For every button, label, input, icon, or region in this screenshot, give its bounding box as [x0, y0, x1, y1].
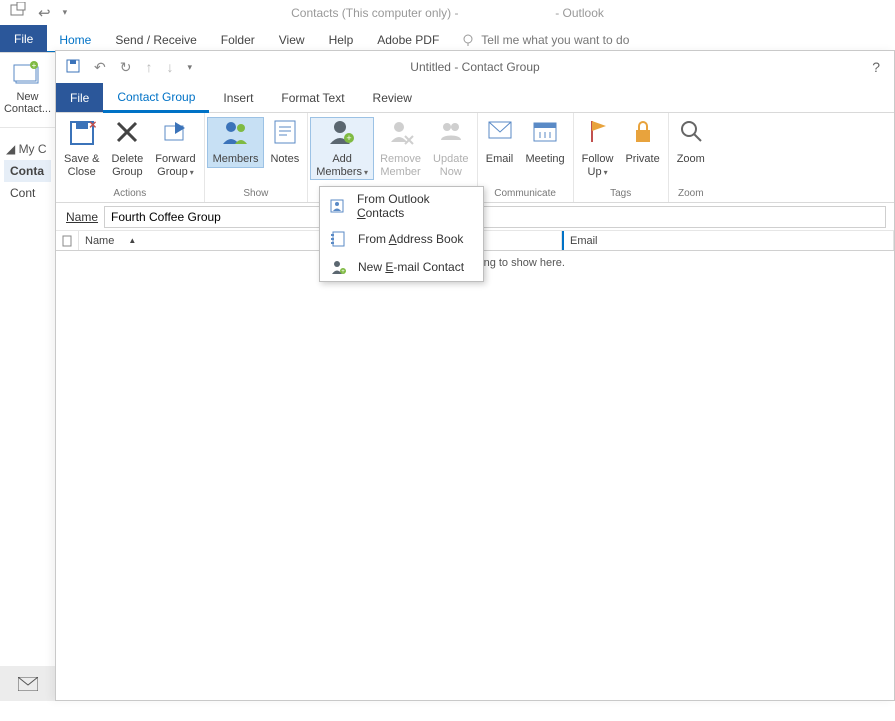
update-now-button: UpdateNow	[427, 117, 474, 180]
new-contact-group-button[interactable]: + New Contact...	[0, 53, 55, 123]
outlook-window-title: Contacts (This computer only) - - Outloo…	[0, 6, 895, 20]
name-label: Name	[56, 210, 104, 224]
help-icon[interactable]: ?	[872, 59, 880, 75]
forward-group-button[interactable]: ForwardGroup▾	[149, 117, 201, 180]
zoom-button[interactable]: Zoom	[671, 117, 711, 168]
down-icon[interactable]: ↓	[166, 59, 173, 75]
remove-member-button: RemoveMember	[374, 117, 427, 180]
delete-icon	[113, 119, 141, 151]
cg-tab-contactgroup[interactable]: Contact Group	[103, 83, 209, 113]
member-list-body: We didn't find anything to show here.	[56, 251, 894, 721]
meeting-button[interactable]: Meeting	[520, 117, 571, 168]
outlook-tab-file[interactable]: File	[0, 25, 47, 53]
forward-icon	[161, 119, 189, 151]
up-icon[interactable]: ↑	[145, 59, 152, 75]
lock-icon	[632, 119, 654, 151]
save-close-icon: ×	[67, 119, 97, 151]
outlook-left-panel: + New Contact... ◢ My C Conta Cont	[0, 53, 55, 701]
menu-from-address-book[interactable]: From Address Book	[320, 225, 483, 253]
cg-tab-review[interactable]: Review	[359, 83, 426, 112]
save-icon[interactable]	[66, 59, 80, 76]
members-button[interactable]: Members	[207, 117, 265, 168]
email-button[interactable]: Email	[480, 117, 520, 168]
mail-rail-icon[interactable]	[0, 666, 55, 701]
followup-button[interactable]: FollowUp▾	[576, 117, 620, 180]
cg-tab-insert[interactable]: Insert	[209, 83, 267, 112]
zoom-icon	[678, 119, 704, 151]
customize-qat-icon[interactable]: ▾	[187, 62, 192, 73]
svg-text:+: +	[31, 61, 36, 70]
address-book-icon	[330, 230, 348, 248]
add-members-dropdown: From Outlook Contacts From Address Book …	[319, 186, 484, 282]
contact-group-window: ↶ ↻ ↑ ↓ ▾ Untitled - Contact Group ? Fil…	[55, 50, 895, 701]
cg-quick-access-toolbar: ↶ ↻ ↑ ↓ ▾ Untitled - Contact Group ?	[56, 51, 894, 83]
svg-text:+: +	[341, 269, 345, 275]
qat-customize-icon[interactable]: ▾	[63, 7, 68, 18]
menu-new-email-contact[interactable]: + New E-mail Contact	[320, 253, 483, 281]
ribbon-group-actions-label: Actions	[56, 186, 204, 202]
outlook-contacts-icon	[330, 197, 347, 215]
col-email[interactable]: Email	[562, 231, 894, 250]
ribbon-group-communicate-label: Communicate	[478, 186, 573, 202]
group-name-input[interactable]	[104, 206, 886, 228]
col-icon[interactable]	[56, 231, 79, 250]
notes-icon	[272, 119, 298, 151]
menu-from-outlook-contacts[interactable]: From Outlook Contacts	[320, 187, 483, 225]
outlook-quick-access-toolbar: ↩ ▾ Contacts (This computer only) - - Ou…	[0, 0, 895, 25]
cg-tab-file[interactable]: File	[56, 83, 103, 112]
update-icon	[437, 119, 465, 151]
nav-item-contacts-1[interactable]: Conta	[4, 160, 51, 182]
qat-new-icon[interactable]	[10, 2, 26, 23]
meeting-icon	[531, 119, 559, 151]
svg-text:×: ×	[89, 118, 97, 132]
qat-undo-icon[interactable]: ↩	[38, 4, 51, 22]
svg-text:+: +	[346, 133, 351, 143]
add-members-icon: +	[327, 119, 357, 151]
notes-button[interactable]: Notes	[264, 117, 305, 168]
new-email-contact-icon: +	[330, 258, 348, 276]
private-button[interactable]: Private	[619, 117, 665, 168]
remove-member-icon	[387, 119, 415, 151]
ribbon-group-zoom-label: Zoom	[669, 186, 713, 202]
redo-icon[interactable]: ↻	[120, 59, 132, 76]
email-icon	[486, 119, 514, 151]
add-members-button[interactable]: + AddMembers▾	[310, 117, 374, 180]
ribbon-group-tags-label: Tags	[574, 186, 668, 202]
nav-section-header[interactable]: ◢ My C	[4, 138, 51, 160]
cg-tabs: File Contact Group Insert Format Text Re…	[56, 83, 894, 113]
members-icon	[221, 119, 251, 151]
lightbulb-icon	[461, 33, 475, 47]
flag-icon	[586, 119, 610, 151]
outlook-tabs: File Home Send / Receive Folder View Hel…	[0, 25, 895, 53]
cg-tab-format[interactable]: Format Text	[267, 83, 358, 112]
nav-item-contacts-2[interactable]: Cont	[4, 182, 51, 204]
undo-icon[interactable]: ↶	[94, 59, 106, 76]
save-close-button[interactable]: × Save &Close	[58, 117, 105, 180]
delete-group-button[interactable]: DeleteGroup	[105, 117, 149, 180]
ribbon-group-show-label: Show	[205, 186, 308, 202]
